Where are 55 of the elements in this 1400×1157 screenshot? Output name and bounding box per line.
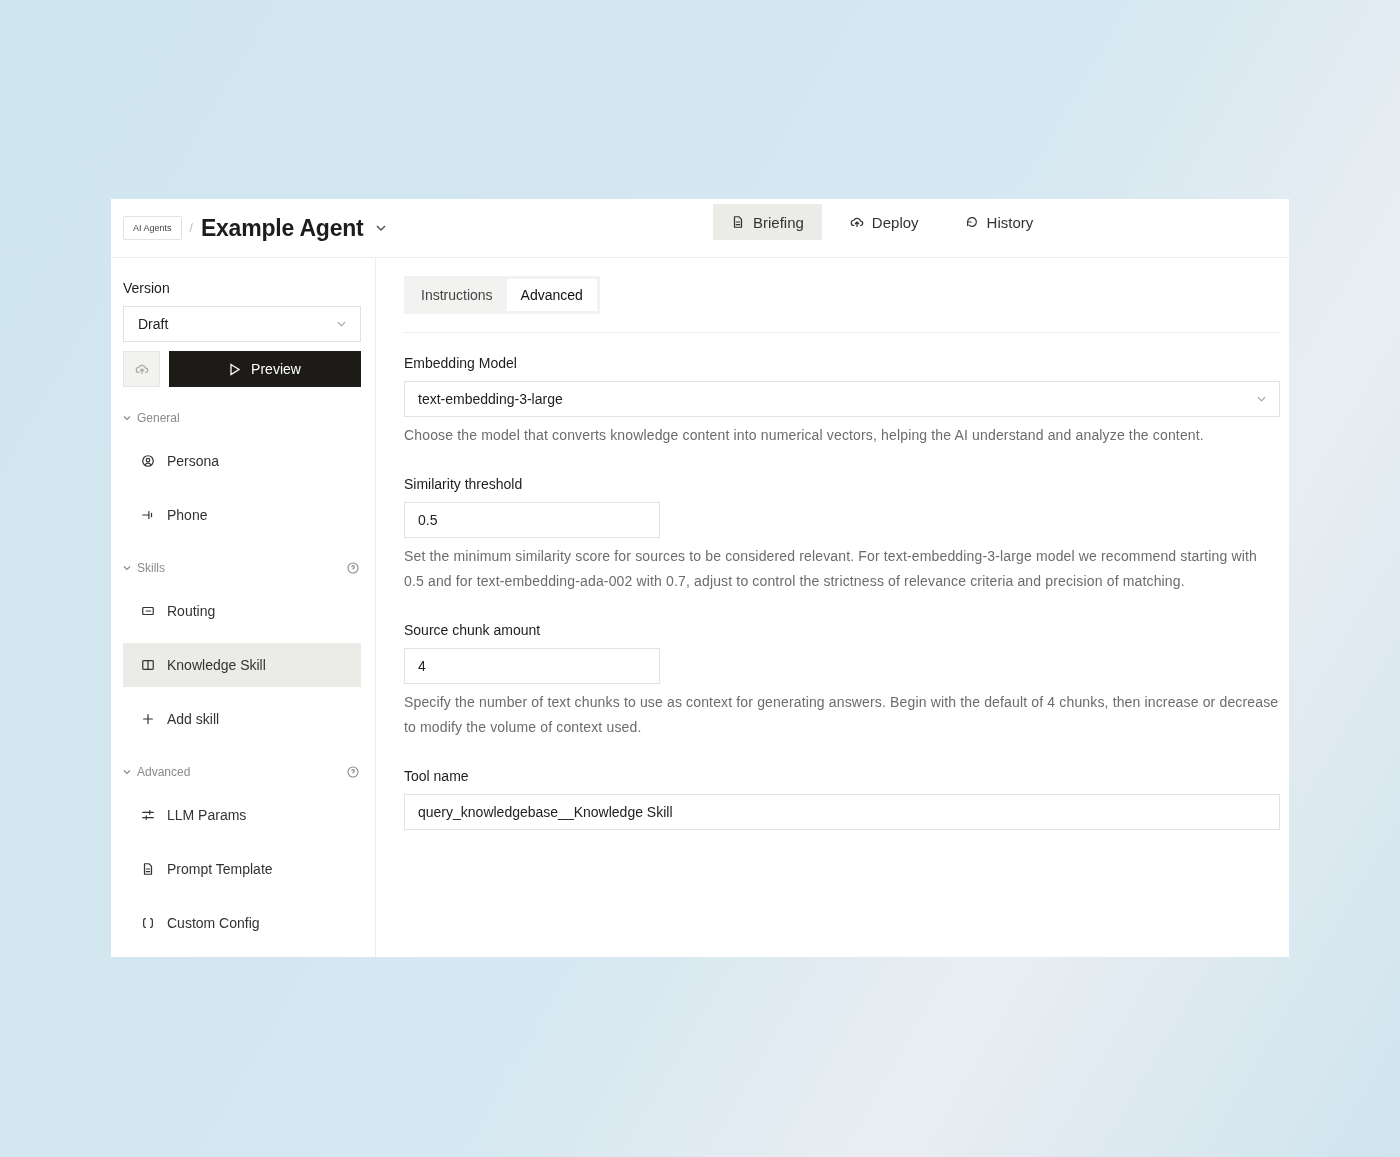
breadcrumb-separator: / <box>189 221 193 235</box>
settings-tab[interactable]: Advanced <box>506 279 597 311</box>
help-icon[interactable] <box>347 562 359 574</box>
upload-button[interactable] <box>123 351 160 387</box>
cloud-upload-icon <box>849 215 864 229</box>
caret-icon[interactable] <box>123 415 131 421</box>
persona-icon <box>141 454 155 468</box>
sidebar-item[interactable]: Prompt Template <box>123 847 361 891</box>
version-label: Version <box>123 280 171 296</box>
sidebar-item[interactable]: Routing <box>123 589 361 633</box>
document-icon <box>731 215 745 229</box>
sidebar-item[interactable]: Persona <box>123 439 361 483</box>
settings-tab[interactable]: Instructions <box>407 279 507 311</box>
agent-title: Example Agent <box>200 214 364 242</box>
help-icon[interactable] <box>347 766 359 778</box>
chevron-down-icon[interactable] <box>375 224 386 232</box>
preview-button[interactable]: Preview <box>169 351 361 387</box>
field-label: Similarity threshold <box>404 476 524 492</box>
field-label: Source chunk amount <box>404 622 542 638</box>
help-text: Specify the number of text chunks to use as context for generating answers. Begin with the default of 4 chunks, then increase or decrease to modify the volume of context used. <box>404 693 1280 737</box>
sidebar-item[interactable]: LLM Params <box>123 793 361 837</box>
sidebar-item[interactable]: Custom Config <box>123 901 361 945</box>
section-heading: Advanced <box>137 765 191 779</box>
section-heading: Skills <box>137 561 165 575</box>
help-text: Choose the model that converts knowledge content into numerical vectors, helping the AI understand and analyze the content. <box>404 426 1205 445</box>
field-label: Embedding Model <box>404 355 518 371</box>
phone-icon <box>141 508 155 522</box>
play-icon <box>229 362 242 376</box>
sliders-icon <box>141 808 155 822</box>
input-field[interactable]: 4 <box>404 648 660 684</box>
help-text: Set the minimum similarity score for sources to be considered relevant. For text-embedding-3-large model we recommend starting with 0.5 and for text-embedding-ada-002 with 0.7, adjust to control the strictness of relevance criteria and precision of matching. <box>404 547 1258 591</box>
book-icon <box>141 658 155 672</box>
chevron-down-icon <box>1257 396 1266 402</box>
breadcrumb-link[interactable]: AI Agents <box>123 216 182 240</box>
history-icon <box>964 215 979 229</box>
cloud-upload-icon <box>134 362 149 376</box>
chevron-down-icon <box>337 321 346 327</box>
sidebar-item[interactable]: Knowledge Skill <box>123 643 361 687</box>
caret-icon[interactable] <box>123 565 131 571</box>
plus-icon <box>141 712 155 726</box>
model-select[interactable]: text-embedding-3-large <box>404 381 1280 417</box>
section-heading: General <box>137 411 180 425</box>
field-label: Tool name <box>404 768 470 784</box>
braces-icon <box>141 916 155 930</box>
version-select[interactable]: Draft <box>123 306 361 342</box>
input-field[interactable]: 0.5 <box>404 502 660 538</box>
routing-icon <box>141 604 155 618</box>
document-icon <box>141 862 155 876</box>
nav-tab[interactable]: Briefing <box>713 204 822 240</box>
nav-tab[interactable]: Deploy <box>831 204 937 240</box>
sidebar-item[interactable]: Add skill <box>123 697 361 741</box>
caret-icon[interactable] <box>123 769 131 775</box>
input-field[interactable]: query_knowledgebase__Knowledge Skill <box>404 794 1280 830</box>
sidebar-item[interactable]: Phone <box>123 493 361 537</box>
nav-tab[interactable]: History <box>946 204 1052 240</box>
